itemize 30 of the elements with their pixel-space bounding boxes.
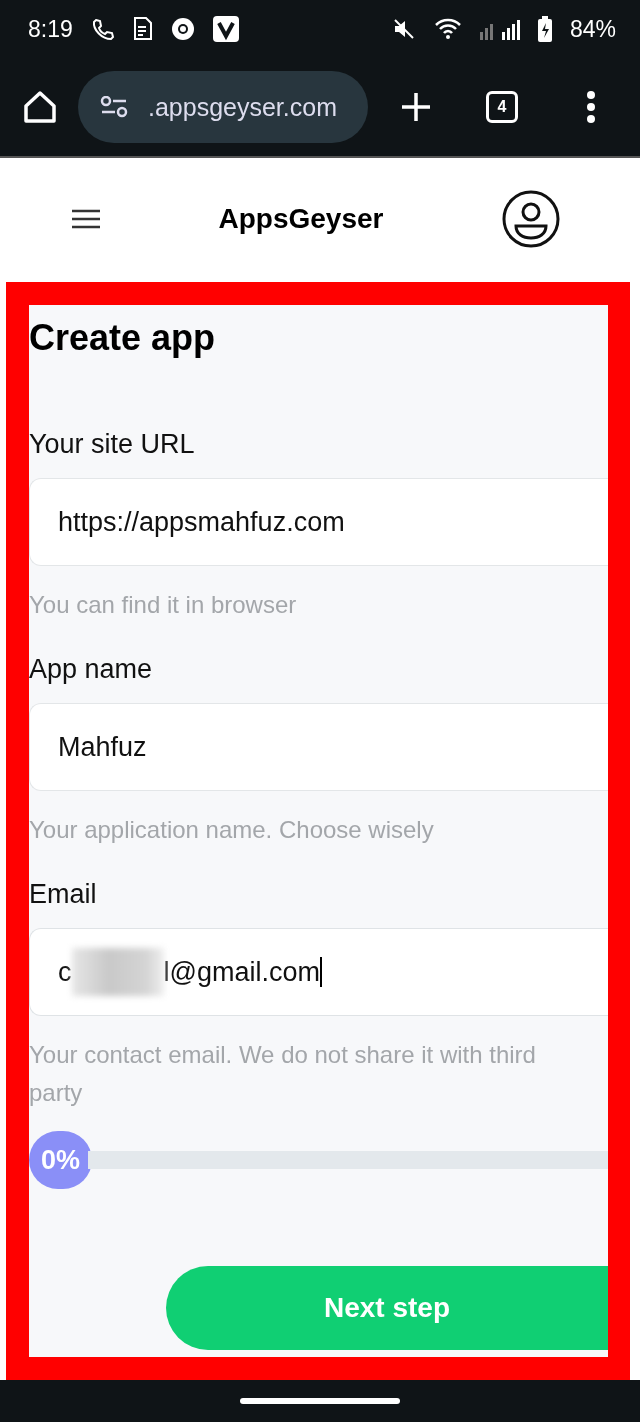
- input-field[interactable]: https://appsmahfuz.com: [29, 478, 608, 566]
- document-icon: [132, 17, 153, 41]
- progress-badge: 0%: [29, 1131, 93, 1189]
- field-label: Your site URL: [29, 429, 196, 460]
- status-time: 8:19: [28, 15, 73, 43]
- menu-icon[interactable]: [72, 209, 100, 229]
- phone-icon: [90, 17, 115, 41]
- tab-count[interactable]: 4: [486, 91, 518, 123]
- new-tab-icon[interactable]: [400, 91, 432, 123]
- page-title: Create app: [29, 317, 217, 359]
- mute-icon: [391, 17, 416, 41]
- wifi-icon: [433, 18, 462, 40]
- signal-icon: [479, 18, 520, 40]
- field-hint: Your contact email. We do not share it with third party: [29, 1040, 537, 1108]
- battery-percent: 84%: [569, 15, 616, 43]
- address-bar[interactable]: .appsgeyser.com: [78, 71, 368, 143]
- site-title: AppsGeyser: [217, 203, 385, 235]
- field-hint: Your application name. Choose wisely: [29, 815, 435, 845]
- field-hint: You can find it in browser: [29, 590, 298, 620]
- input-field[interactable]: c l@gmail.com: [29, 928, 608, 1016]
- field-label: App name: [29, 654, 154, 685]
- field-label: Email: [29, 879, 98, 910]
- tune-icon[interactable]: [100, 96, 128, 118]
- home-icon[interactable]: [22, 89, 58, 125]
- more-icon[interactable]: [586, 91, 596, 123]
- account-icon[interactable]: [502, 190, 560, 248]
- browser-icon: [170, 17, 195, 41]
- battery-icon: [537, 16, 552, 42]
- app-icon: [212, 16, 239, 42]
- input-field[interactable]: Mahfuz: [29, 703, 608, 791]
